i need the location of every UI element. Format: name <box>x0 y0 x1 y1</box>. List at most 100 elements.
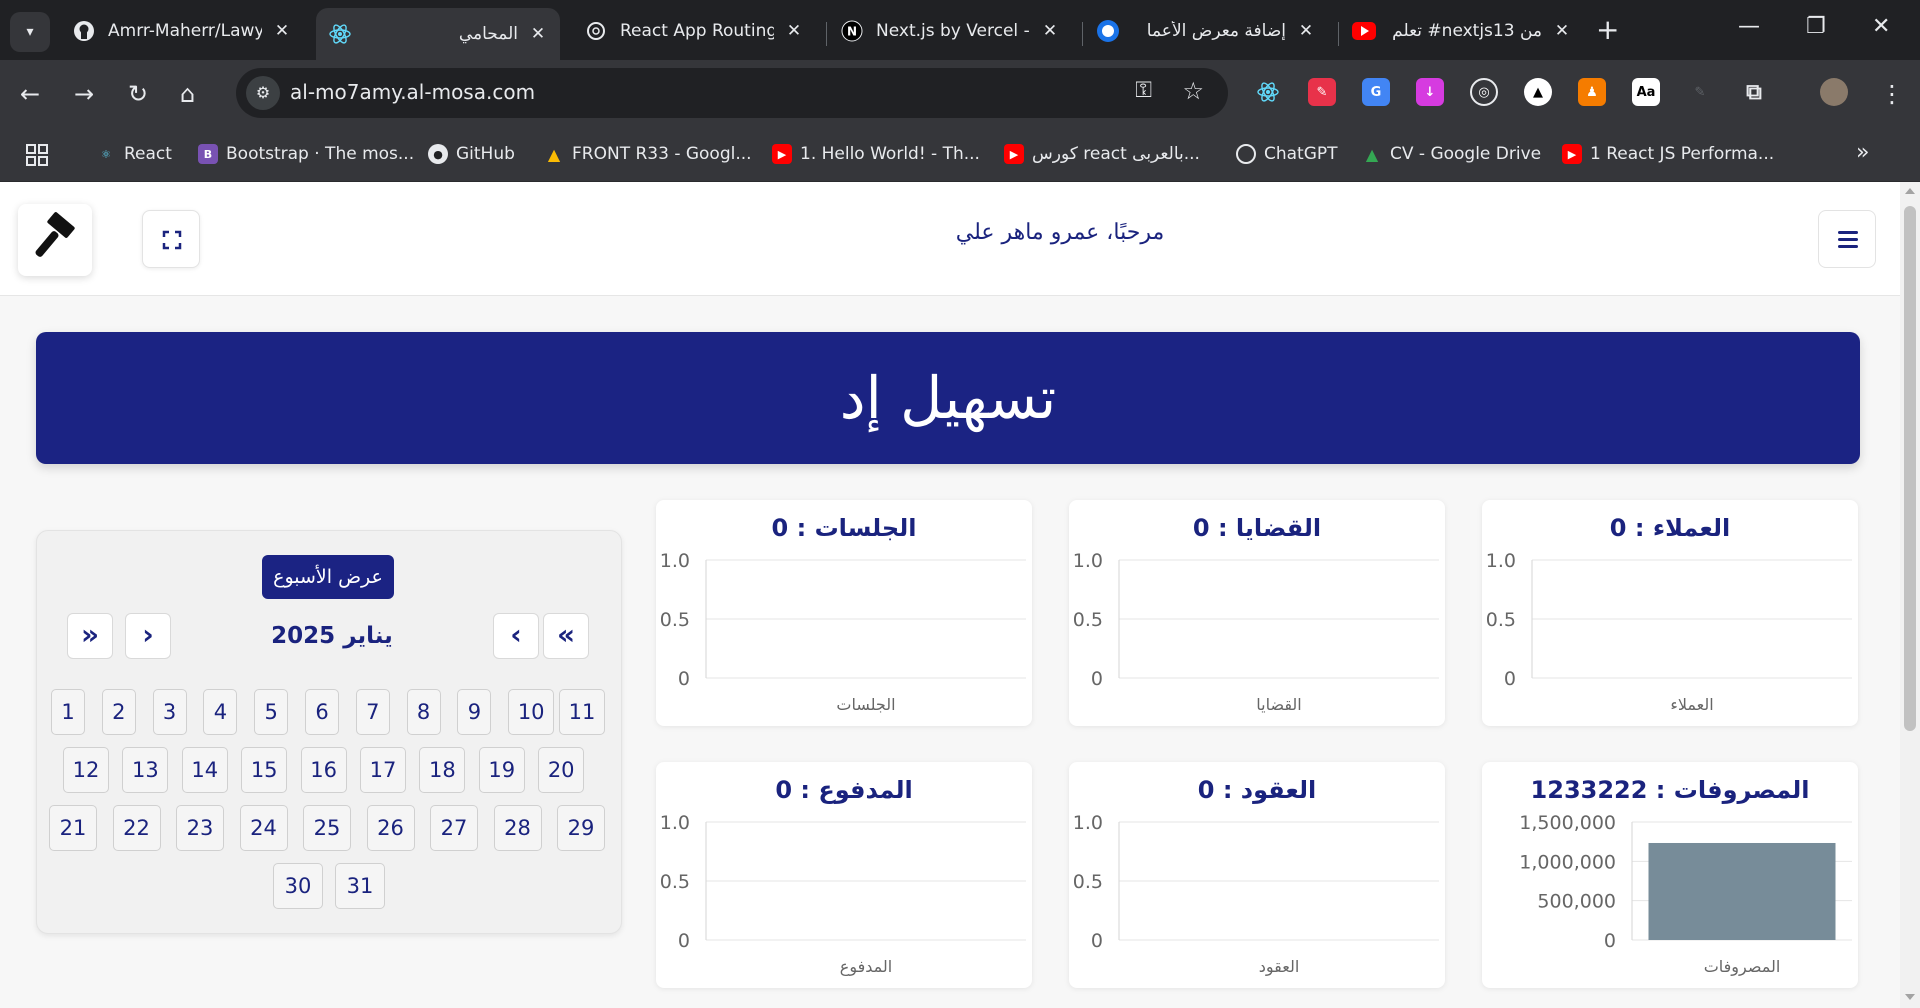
calendar-day[interactable]: 2 <box>101 689 136 735</box>
scroll-up-icon[interactable] <box>1905 188 1915 194</box>
bookmark-bootstrap[interactable]: B Bootstrap · The mos... <box>198 144 414 164</box>
calendar-day[interactable]: 19 <box>478 747 525 793</box>
calendar-day[interactable]: 8 <box>406 689 441 735</box>
calendar-day[interactable]: 14 <box>181 747 228 793</box>
more-bookmarks-icon[interactable]: » <box>1856 140 1869 165</box>
calendar-day[interactable]: 26 <box>366 805 415 851</box>
tab-nextjs13[interactable]: تعلم #nextjs13 من ✕ <box>1340 8 1584 54</box>
bookmark-front-r33[interactable]: ▲ FRONT R33 - Googl... <box>544 144 752 164</box>
pawn-extension-icon[interactable]: ♟ <box>1578 78 1606 106</box>
page-scrollbar[interactable] <box>1900 182 1920 1008</box>
calendar-day[interactable]: 10 <box>508 689 555 735</box>
new-tab-button[interactable]: + <box>1596 16 1619 44</box>
calendar-day[interactable]: 29 <box>557 805 605 851</box>
close-icon[interactable]: ✕ <box>1296 21 1316 41</box>
bookmark-hello-world[interactable]: ▶ 1. Hello World! - Th... <box>772 144 980 164</box>
fullscreen-button[interactable] <box>142 210 200 268</box>
calendar-day[interactable]: 9 <box>457 689 492 735</box>
calendar-day[interactable]: 28 <box>493 805 542 851</box>
prev-month-button[interactable]: ‹ <box>493 613 539 659</box>
calendar-day[interactable]: 7 <box>355 689 390 735</box>
tab-nextjs[interactable]: N Next.js by Vercel - ✕ <box>828 8 1072 54</box>
close-icon[interactable]: ✕ <box>1040 21 1060 41</box>
close-icon[interactable]: ✕ <box>1552 21 1572 41</box>
hamburger-icon-line <box>1838 231 1858 234</box>
site-info-icon[interactable]: ⚙ <box>246 76 280 110</box>
scrollbar-thumb[interactable] <box>1904 206 1916 731</box>
target-extension-icon[interactable]: ◎ <box>1470 78 1498 106</box>
y-tick-label: 0 <box>1091 930 1103 952</box>
tab-github[interactable]: Amrr-Maherr/Lawy ✕ <box>60 8 304 54</box>
extensions-puzzle-icon[interactable]: ⧉ <box>1740 78 1768 106</box>
calendar-day[interactable]: 13 <box>122 747 169 793</box>
gavel-logo[interactable] <box>18 204 92 276</box>
forward-button[interactable]: → <box>74 80 94 108</box>
calendar-day[interactable]: 18 <box>419 747 466 793</box>
close-icon[interactable]: ✕ <box>272 21 292 41</box>
pen-extension-icon[interactable]: ✎ <box>1686 78 1714 106</box>
close-icon[interactable]: ✕ <box>784 21 804 41</box>
scroll-down-icon[interactable] <box>1905 994 1915 1000</box>
tab-title: إضافة معرض الأعما <box>1146 21 1286 41</box>
bookmark-github[interactable]: ● GitHub <box>428 144 515 164</box>
more-menu-icon[interactable]: ⋮ <box>1880 80 1904 108</box>
calendar-day[interactable]: 31 <box>335 863 385 909</box>
calendar-day[interactable]: 24 <box>239 805 288 851</box>
home-button[interactable]: ⌂ <box>180 80 195 108</box>
bookmark-react-performance[interactable]: ▶ 1 React JS Performa... <box>1562 144 1774 164</box>
key-icon[interactable]: ⚿ <box>1135 78 1152 103</box>
calendar-day[interactable]: 22 <box>112 805 161 851</box>
profile-avatar[interactable] <box>1820 78 1848 106</box>
menu-button[interactable] <box>1818 210 1876 268</box>
y-tick-label: 0.5 <box>1486 609 1516 631</box>
calendar-day[interactable]: 16 <box>300 747 347 793</box>
url-text[interactable]: al-mo7amy.al-mosa.com <box>290 80 535 104</box>
back-button[interactable]: ← <box>20 80 40 108</box>
calendar-day[interactable]: 11 <box>559 689 605 735</box>
calendar-day[interactable]: 12 <box>63 747 109 793</box>
bookmark-react-course[interactable]: ▶ كورس react بالعربى... <box>1004 144 1200 164</box>
bookmark-chatgpt[interactable]: ChatGPT <box>1236 144 1338 164</box>
react-devtools-icon[interactable] <box>1254 78 1282 106</box>
calendar-day[interactable]: 30 <box>273 863 323 909</box>
bookmark-cv-drive[interactable]: ▲ CV - Google Drive <box>1362 144 1541 164</box>
bookmark-label: Bootstrap · The mos... <box>226 144 415 164</box>
color-picker-extension-icon[interactable]: ✎ <box>1308 78 1336 106</box>
close-window-button[interactable]: ✕ <box>1872 14 1890 39</box>
calendar-day[interactable]: 21 <box>49 805 97 851</box>
next-year-button[interactable]: » <box>67 613 113 659</box>
calendar-day[interactable]: 25 <box>303 805 351 851</box>
tab-react-routing[interactable]: React App Routing ✕ <box>572 8 816 54</box>
calendar-day[interactable]: 15 <box>241 747 288 793</box>
triangle-extension-icon[interactable]: ▲ <box>1524 78 1552 106</box>
apps-grid-icon[interactable] <box>26 144 48 166</box>
calendar-day[interactable]: 27 <box>430 805 478 851</box>
y-tick-label: 0 <box>1504 668 1516 690</box>
calendar-day[interactable]: 5 <box>254 689 289 735</box>
tab-title: React App Routing <box>620 21 774 41</box>
star-icon[interactable]: ☆ <box>1182 77 1204 105</box>
address-bar[interactable]: ⚙ al-mo7amy.al-mosa.com ⚿ ☆ <box>236 68 1228 118</box>
reload-button[interactable]: ↻ <box>128 80 148 108</box>
calendar-day[interactable]: 1 <box>51 689 85 735</box>
calendar-day[interactable]: 6 <box>305 689 339 735</box>
close-icon[interactable]: ✕ <box>528 24 548 44</box>
minimize-button[interactable]: — <box>1738 14 1760 39</box>
calendar-day[interactable]: 4 <box>203 689 238 735</box>
tab-lawyer[interactable]: المحامي ✕ <box>316 8 560 60</box>
week-view-button[interactable]: عرض الأسبوع <box>262 555 394 599</box>
calendar-day[interactable]: 17 <box>360 747 406 793</box>
bookmark-react[interactable]: ⚛ React <box>96 144 172 164</box>
download-extension-icon[interactable]: ↓ <box>1416 78 1444 106</box>
translate-extension-icon[interactable]: G <box>1362 78 1390 106</box>
calendar-day[interactable]: 3 <box>152 689 187 735</box>
calendar-day[interactable]: 23 <box>176 805 224 851</box>
google-drive-icon: ▲ <box>547 144 561 164</box>
tab-search-button[interactable]: ▾ <box>10 12 50 52</box>
tab-portfolio[interactable]: إضافة معرض الأعما ✕ <box>1084 8 1328 54</box>
next-month-button[interactable]: › <box>125 613 171 659</box>
calendar-day[interactable]: 20 <box>538 747 585 793</box>
prev-year-button[interactable]: « <box>543 613 589 659</box>
dictionary-extension-icon[interactable]: Aa <box>1632 78 1660 106</box>
restore-button[interactable]: ❐ <box>1806 14 1826 39</box>
